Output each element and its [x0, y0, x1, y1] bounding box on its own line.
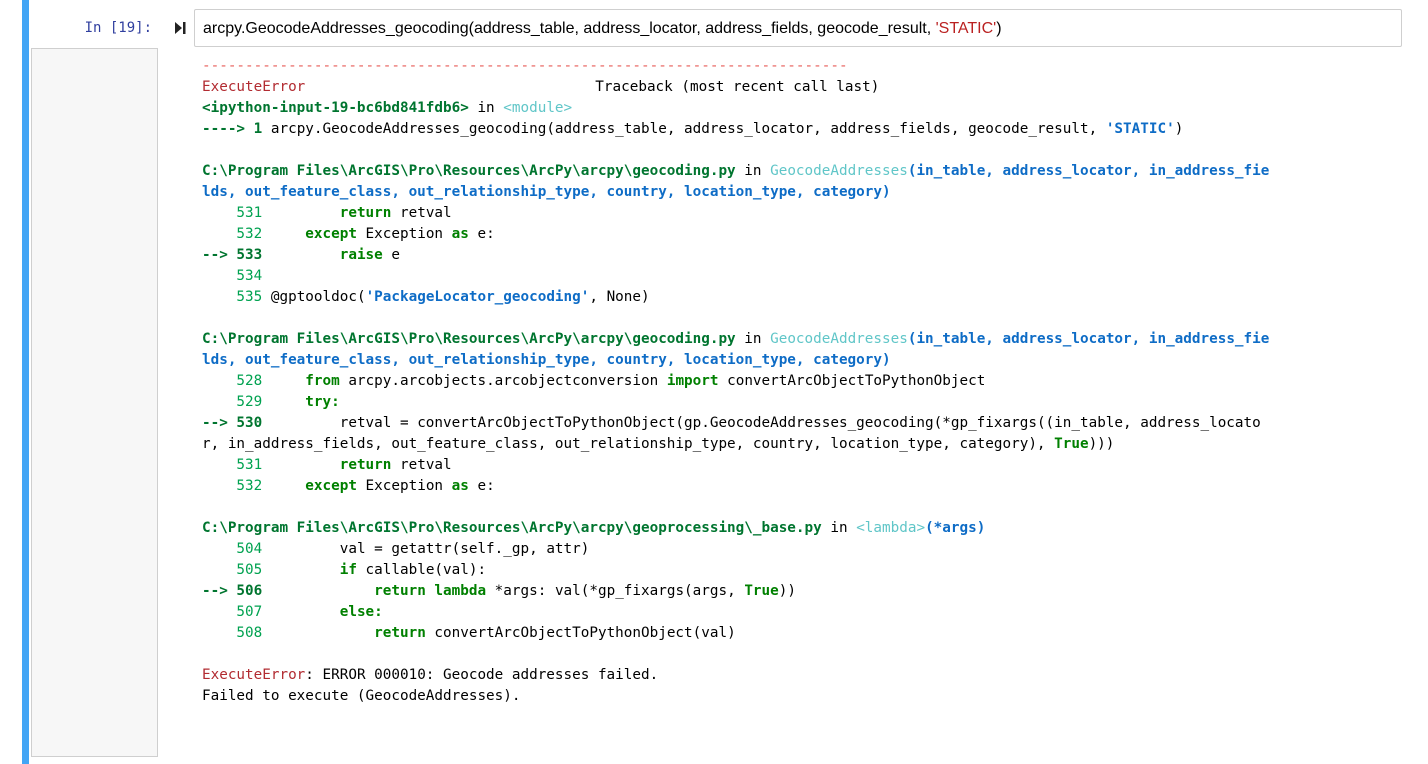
- frame2-line-cont: r, in_address_fields, out_feature_class,…: [202, 436, 1115, 452]
- frame2-line-current: --> 530 retval = convertArcObjectToPytho…: [202, 415, 1261, 431]
- frame1-line: 535 @gptooldoc('PackageLocator_geocoding…: [202, 289, 650, 305]
- frame1-header: C:\Program Files\ArcGIS\Pro\Resources\Ar…: [202, 163, 1270, 179]
- frame3-header: C:\Program Files\ArcGIS\Pro\Resources\Ar…: [202, 520, 986, 536]
- run-cell-icon[interactable]: [172, 18, 188, 38]
- frame3-line: 505 if callable(val):: [202, 562, 487, 578]
- traceback-output: ----------------------------------------…: [202, 56, 1407, 707]
- code-input-area[interactable]: arcpy.GeocodeAddresses_geocoding(address…: [194, 9, 1402, 47]
- frame1-line: 532 except Exception as e:: [202, 226, 495, 242]
- traceback-source-line: <ipython-input-19-bc6bd841fdb6> in <modu…: [202, 100, 573, 116]
- error-type: ExecuteError: [202, 79, 306, 95]
- frame3-line: 507 else:: [202, 604, 383, 620]
- final-error-line: ExecuteError: ERROR 000010: Geocode addr…: [202, 667, 659, 683]
- frame3-line: 504 val = getattr(self._gp, attr): [202, 541, 590, 557]
- traceback-header: ExecuteError Traceback (most recent call …: [202, 79, 880, 95]
- cell-selection-bar: [22, 0, 29, 764]
- input-prompt: In [19]:: [84, 20, 152, 36]
- frame1-line-current: --> 533 raise e: [202, 247, 400, 263]
- frame1-line: 534: [202, 268, 271, 284]
- traceback-code-line: ----> 1 arcpy.GeocodeAddresses_geocoding…: [202, 121, 1184, 137]
- final-error-detail: Failed to execute (GeocodeAddresses).: [202, 688, 521, 704]
- frame1-header-cont: lds, out_feature_class, out_relationship…: [202, 184, 891, 200]
- frame2-line: 531 return retval: [202, 457, 452, 473]
- input-code-line: arcpy.GeocodeAddresses_geocoding(address…: [203, 20, 1002, 37]
- output-prompt-area: [31, 48, 158, 757]
- traceback-separator: ----------------------------------------…: [202, 58, 848, 74]
- frame2-header-cont: lds, out_feature_class, out_relationship…: [202, 352, 891, 368]
- frame2-line: 528 from arcpy.arcobjects.arcobjectconve…: [202, 373, 986, 389]
- frame2-line: 529 try:: [202, 394, 340, 410]
- frame2-line: 532 except Exception as e:: [202, 478, 495, 494]
- frame3-line: 508 return convertArcObjectToPythonObjec…: [202, 625, 736, 641]
- frame3-line-current: --> 506 return lambda *args: val(*gp_fix…: [202, 583, 796, 599]
- frame2-header: C:\Program Files\ArcGIS\Pro\Resources\Ar…: [202, 331, 1270, 347]
- frame1-line: 531 return retval: [202, 205, 452, 221]
